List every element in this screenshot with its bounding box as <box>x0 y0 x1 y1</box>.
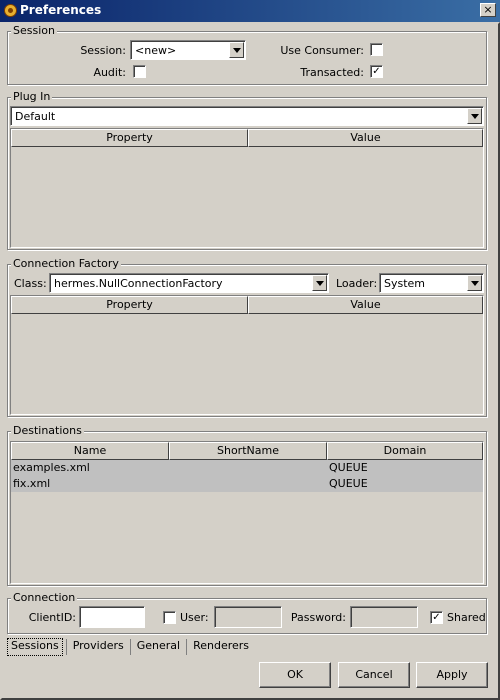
connection-legend: Connection <box>11 591 78 604</box>
column-header-shortname[interactable]: ShortName <box>169 442 327 460</box>
plugin-combo-value: Default <box>15 110 56 123</box>
chevron-down-icon[interactable] <box>467 108 482 124</box>
use-consumer-checkbox[interactable] <box>370 43 383 56</box>
column-header-domain[interactable]: Domain <box>327 442 483 460</box>
cell-shortname <box>169 460 327 476</box>
audit-label: Audit: <box>93 66 126 79</box>
cell-name: examples.xml <box>13 461 90 474</box>
chevron-down-icon[interactable] <box>467 275 482 291</box>
chevron-down-icon[interactable] <box>312 275 327 291</box>
password-field[interactable] <box>350 606 418 628</box>
table-row[interactable]: examples.xml QUEUE <box>11 460 483 476</box>
session-label: Session: <box>80 44 126 57</box>
tab-renderers[interactable]: Renderers <box>190 639 252 655</box>
column-header-value[interactable]: Value <box>248 296 483 314</box>
shared-checkbox[interactable]: ✓ <box>430 611 443 624</box>
session-combo-value: <new> <box>135 44 177 57</box>
cell-name: fix.xml <box>13 477 51 490</box>
session-legend: Session <box>11 24 57 37</box>
connection-factory-property-table[interactable]: Property Value <box>10 295 484 415</box>
client-id-field[interactable] <box>79 606 145 628</box>
user-field[interactable] <box>214 606 282 628</box>
audit-checkbox[interactable] <box>133 65 146 78</box>
plugin-property-table[interactable]: Property Value <box>10 128 484 248</box>
loader-label: Loader: <box>336 277 378 290</box>
plugin-combo[interactable]: Default <box>10 106 484 126</box>
apply-button[interactable]: Apply <box>416 662 488 688</box>
plugin-legend: Plug In <box>11 90 53 103</box>
transacted-checkbox[interactable]: ✓ <box>370 65 383 78</box>
class-combo[interactable]: hermes.NullConnectionFactory <box>49 273 329 293</box>
tab-separator <box>129 639 131 655</box>
chevron-down-icon[interactable] <box>229 42 244 58</box>
tab-bar: Sessions Providers General Renderers <box>7 638 252 656</box>
connection-factory-legend: Connection Factory <box>11 257 121 270</box>
client-id-label: ClientID: <box>28 611 76 624</box>
destinations-table[interactable]: Name ShortName Domain examples.xml QUEUE… <box>10 441 484 584</box>
password-label: Password: <box>290 611 346 624</box>
cell-domain: QUEUE <box>329 461 368 474</box>
cell-domain: QUEUE <box>329 477 368 490</box>
class-combo-value: hermes.NullConnectionFactory <box>54 277 223 290</box>
cell-shortname <box>169 476 327 492</box>
ok-button[interactable]: OK <box>259 662 331 688</box>
column-header-property[interactable]: Property <box>11 129 248 147</box>
shared-label: Shared <box>447 611 486 624</box>
user-checkbox[interactable] <box>163 611 176 624</box>
cancel-button[interactable]: Cancel <box>338 662 410 688</box>
tab-providers[interactable]: Providers <box>70 639 127 655</box>
column-header-name[interactable]: Name <box>11 442 169 460</box>
destinations-legend: Destinations <box>11 424 84 437</box>
app-icon <box>3 3 18 18</box>
table-row[interactable]: fix.xml QUEUE <box>11 476 483 492</box>
session-combo[interactable]: <new> <box>130 40 246 60</box>
tab-separator <box>65 639 67 655</box>
window-title: Preferences <box>20 3 102 17</box>
tab-general[interactable]: General <box>134 639 183 655</box>
close-button[interactable]: × <box>480 3 496 17</box>
column-header-property[interactable]: Property <box>11 296 248 314</box>
tab-separator <box>186 639 188 655</box>
title-bar: Preferences × <box>0 0 500 22</box>
user-label: User: <box>180 611 209 624</box>
column-header-value[interactable]: Value <box>248 129 483 147</box>
tab-sessions[interactable]: Sessions <box>7 638 63 656</box>
use-consumer-label: Use Consumer: <box>280 44 364 57</box>
loader-combo-value: System <box>384 277 426 290</box>
loader-combo[interactable]: System <box>379 273 484 293</box>
class-label: Class: <box>14 277 47 290</box>
transacted-label: Transacted: <box>300 66 364 79</box>
